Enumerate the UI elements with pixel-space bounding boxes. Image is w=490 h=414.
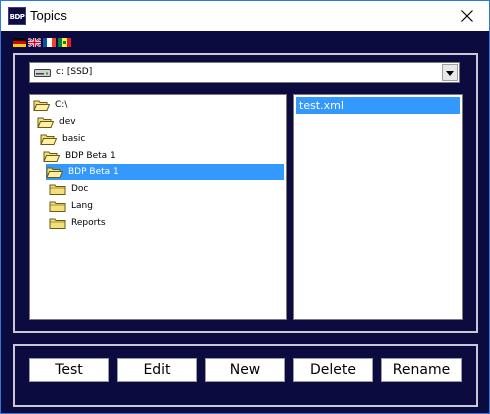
tree-node-reports[interactable]: Reports <box>49 215 108 231</box>
tree-node-basic[interactable]: basic <box>40 131 87 147</box>
tree-node-c-root[interactable]: C:\ <box>33 97 69 113</box>
folder-icon <box>49 201 66 212</box>
open-folder-icon <box>37 117 54 128</box>
uk-flag-icon[interactable] <box>28 38 41 47</box>
tree-node-label: BDP Beta 1 <box>68 167 119 177</box>
title-bar: BDP Topics <box>1 1 489 31</box>
delete-button[interactable]: Delete <box>293 358 373 382</box>
french-flag-icon[interactable] <box>43 38 56 47</box>
tree-node-bdp-beta-1-selected[interactable]: BDP Beta 1 <box>46 164 284 180</box>
drive-selector[interactable]: c: [SSD] <box>29 62 460 83</box>
directory-tree[interactable]: C:\ dev basic BDP Beta 1 BDP Beta 1 Doc … <box>29 94 287 320</box>
chevron-down-icon <box>446 71 454 76</box>
senegal-flag-icon[interactable] <box>58 38 71 47</box>
open-folder-icon <box>43 151 60 162</box>
close-icon <box>461 10 473 22</box>
open-folder-icon <box>40 134 57 145</box>
tree-node-label: BDP Beta 1 <box>65 151 116 161</box>
rename-button[interactable]: Rename <box>381 358 462 382</box>
open-folder-icon <box>46 167 63 178</box>
tree-node-label: C:\ <box>55 100 68 110</box>
tree-node-dev[interactable]: dev <box>37 114 78 130</box>
tree-node-label: Reports <box>71 218 106 228</box>
close-button[interactable] <box>445 1 489 31</box>
tree-node-label: Doc <box>71 184 89 194</box>
folder-icon <box>49 218 66 229</box>
tree-node-label: dev <box>59 117 76 127</box>
new-button[interactable]: New <box>205 358 285 382</box>
german-flag-icon[interactable] <box>13 38 26 47</box>
open-folder-icon <box>33 100 50 111</box>
topics-window: BDP Topics c: [SSD] C:\ dev basic BDP Be… <box>0 0 490 414</box>
folder-icon <box>49 184 66 195</box>
tree-node-doc[interactable]: Doc <box>49 181 90 197</box>
window-title: Topics <box>30 8 67 23</box>
tree-node-label: basic <box>62 134 86 144</box>
tree-node-label: Lang <box>71 201 93 211</box>
hard-drive-icon <box>34 69 51 77</box>
file-list[interactable]: test.xml <box>293 94 463 320</box>
edit-button[interactable]: Edit <box>117 358 197 382</box>
drive-selector-value: c: [SSD] <box>56 67 93 77</box>
test-button[interactable]: Test <box>29 358 109 382</box>
tree-node-lang[interactable]: Lang <box>49 198 95 214</box>
tree-node-bdp-beta-1-parent[interactable]: BDP Beta 1 <box>43 148 118 164</box>
language-flags <box>13 38 71 47</box>
app-icon: BDP <box>8 7 26 25</box>
file-item-test-xml[interactable]: test.xml <box>296 97 460 114</box>
drive-dropdown-button[interactable] <box>442 64 458 81</box>
